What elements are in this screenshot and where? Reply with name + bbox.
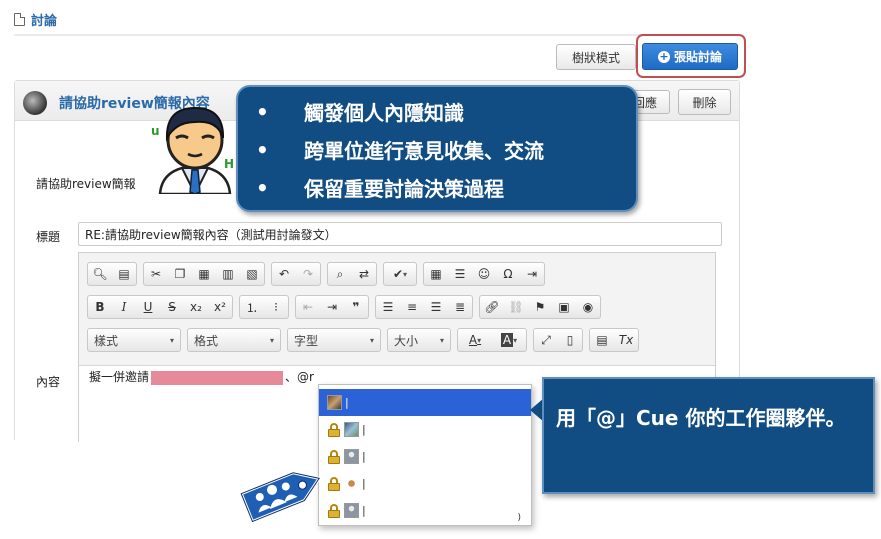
- source-icon[interactable]: ▤: [590, 329, 614, 351]
- callout-bullet: • 觸發個人內隱知識: [256, 99, 464, 126]
- person-avatar: [344, 449, 359, 464]
- italic-icon[interactable]: I: [112, 296, 136, 318]
- mention-option[interactable]: |: [319, 470, 531, 497]
- post-discussion-button[interactable]: + 張貼討論: [642, 43, 738, 70]
- lock-icon: [327, 449, 341, 464]
- page-break-icon[interactable]: ⇥: [520, 263, 544, 285]
- photo-avatar: [327, 395, 342, 410]
- toolbar-row-2: B I U S x₂ x² ⒈ ⁝ ⇤ ⇥ ❞ ☰ ≡ ☰ ≣ 🔗︎ ⛓ ⚑ ▣…: [87, 295, 601, 319]
- size-dropdown[interactable]: 大小 ▾: [387, 328, 451, 352]
- superscript-icon[interactable]: x²: [208, 296, 232, 318]
- page-title: 討論: [31, 14, 58, 29]
- format-dropdown[interactable]: 格式 ▾: [187, 328, 281, 352]
- indent-icon[interactable]: ⇥: [320, 296, 344, 318]
- page-header: 討論: [14, 10, 57, 29]
- new-page-icon[interactable]: ▤: [112, 263, 136, 285]
- paste-icon[interactable]: ▦: [192, 263, 216, 285]
- remove-format-icon[interactable]: Tx: [614, 329, 638, 351]
- show-blocks-icon[interactable]: ▯: [558, 329, 582, 351]
- justify-icon[interactable]: ≣: [448, 296, 472, 318]
- thread-avatar-icon: [23, 91, 47, 115]
- lock-icon: [327, 422, 341, 437]
- content-label: 內容: [36, 375, 61, 389]
- font-dropdown[interactable]: 字型 ▾: [287, 328, 381, 352]
- mention-option[interactable]: |: [319, 497, 531, 524]
- mention-option[interactable]: |: [319, 443, 531, 470]
- document-icon: [14, 13, 25, 26]
- subscript-icon[interactable]: x₂: [184, 296, 208, 318]
- find-icon[interactable]: ⌕: [328, 263, 352, 285]
- mention-suggestion-list: | | | | | ): [318, 384, 532, 526]
- header-divider: [14, 34, 740, 36]
- person-avatar: [344, 503, 359, 518]
- special-char-icon[interactable]: Ω: [496, 263, 520, 285]
- lock-icon: [327, 476, 341, 491]
- preview-icon[interactable]: 🔍︎: [88, 263, 112, 285]
- mention-tip-callout: 用「@」Cue 你的工作圈夥伴。: [542, 377, 875, 494]
- horizontal-line-icon[interactable]: ☰: [448, 263, 472, 285]
- bold-icon[interactable]: B: [88, 296, 112, 318]
- list-trailing-mark: ): [517, 513, 521, 523]
- owl-avatar: [344, 476, 359, 491]
- mention-option[interactable]: |: [319, 416, 531, 443]
- plus-circle-icon: +: [657, 49, 670, 63]
- post-discussion-label: 張貼討論: [673, 50, 722, 64]
- replace-icon[interactable]: ⇄: [352, 263, 376, 285]
- chevron-down-icon: ▾: [169, 335, 174, 345]
- image-icon[interactable]: ▣: [552, 296, 576, 318]
- maximize-icon[interactable]: ⤢: [534, 329, 558, 351]
- discussion-page: 討論 樹狀模式 + 張貼討論 請協助review簡報內容 回應 刪除 u H 請…: [0, 0, 881, 539]
- numbered-list-icon[interactable]: ⒈: [240, 296, 264, 318]
- align-right-icon[interactable]: ☰: [424, 296, 448, 318]
- blockquote-icon[interactable]: ❞: [344, 296, 368, 318]
- mention-option[interactable]: |: [319, 389, 531, 416]
- subject-label: 標題: [36, 230, 61, 244]
- unlink-icon[interactable]: ⛓: [504, 296, 528, 318]
- outdent-icon[interactable]: ⇤: [296, 296, 320, 318]
- chevron-down-icon: ▾: [369, 335, 374, 345]
- text-color-icon[interactable]: A ▾: [458, 329, 492, 351]
- editor-body-text: 擬一併邀請 、@r: [89, 370, 314, 385]
- cut-icon[interactable]: ✂: [144, 263, 168, 285]
- paste-word-icon[interactable]: ▧: [240, 263, 264, 285]
- toolbar-row-3: 樣式 ▾ 格式 ▾ 字型 ▾ 大小 ▾ A ▾ A ▾ ⤢ ▯ ▤ Tx: [87, 328, 639, 352]
- chevron-down-icon: ▾: [439, 335, 444, 345]
- copy-icon[interactable]: ❐: [168, 263, 192, 285]
- align-left-icon[interactable]: ☰: [376, 296, 400, 318]
- subject-input[interactable]: RE:請協助review簡報內容（測試用討論發文）: [78, 222, 722, 246]
- businessman-mascot-icon: [158, 106, 232, 194]
- community-tag-logo-icon: [239, 471, 322, 524]
- callout-bullet: • 保留重要討論決策過程: [256, 175, 504, 202]
- style-dropdown[interactable]: 樣式 ▾: [87, 328, 181, 352]
- toolbar-row-1: 🔍︎ ▤ ✂ ❐ ▦ ▥ ▧ ↶ ↷ ⌕ ⇄ ✔ ▾ ▦ ☰ ☺ Ω ⇥: [87, 262, 545, 286]
- lock-icon: [327, 503, 341, 518]
- spellcheck-icon[interactable]: ✔ ▾: [384, 263, 416, 285]
- paste-text-icon[interactable]: ▥: [216, 263, 240, 285]
- callout-bullet: • 跨單位進行意見收集、交流: [256, 137, 544, 164]
- flash-icon[interactable]: ◉: [576, 296, 600, 318]
- tree-mode-button[interactable]: 樹狀模式: [556, 44, 636, 70]
- undo-icon[interactable]: ↶: [272, 263, 296, 285]
- delete-button[interactable]: 刪除: [678, 89, 731, 115]
- background-color-icon[interactable]: A ▾: [492, 329, 526, 351]
- scene-avatar: [344, 422, 359, 437]
- post-body-preview: 請協助review簡報: [36, 177, 136, 191]
- redo-icon[interactable]: ↷: [296, 263, 320, 285]
- table-icon[interactable]: ▦: [424, 263, 448, 285]
- feature-callout: • 觸發個人內隱知識 • 跨單位進行意見收集、交流 • 保留重要討論決策過程: [236, 85, 638, 212]
- chevron-down-icon: ▾: [269, 335, 274, 345]
- anchor-flag-icon[interactable]: ⚑: [528, 296, 552, 318]
- bullet-list-icon[interactable]: ⁝: [264, 296, 288, 318]
- underline-icon[interactable]: U: [136, 296, 160, 318]
- link-icon[interactable]: 🔗︎: [480, 296, 504, 318]
- smiley-icon[interactable]: ☺: [472, 263, 496, 285]
- align-center-icon[interactable]: ≡: [400, 296, 424, 318]
- strikethrough-icon[interactable]: S: [160, 296, 184, 318]
- redacted-names: [151, 370, 284, 385]
- mention-tip-text: 用「@」Cue 你的工作圈夥伴。: [556, 406, 846, 430]
